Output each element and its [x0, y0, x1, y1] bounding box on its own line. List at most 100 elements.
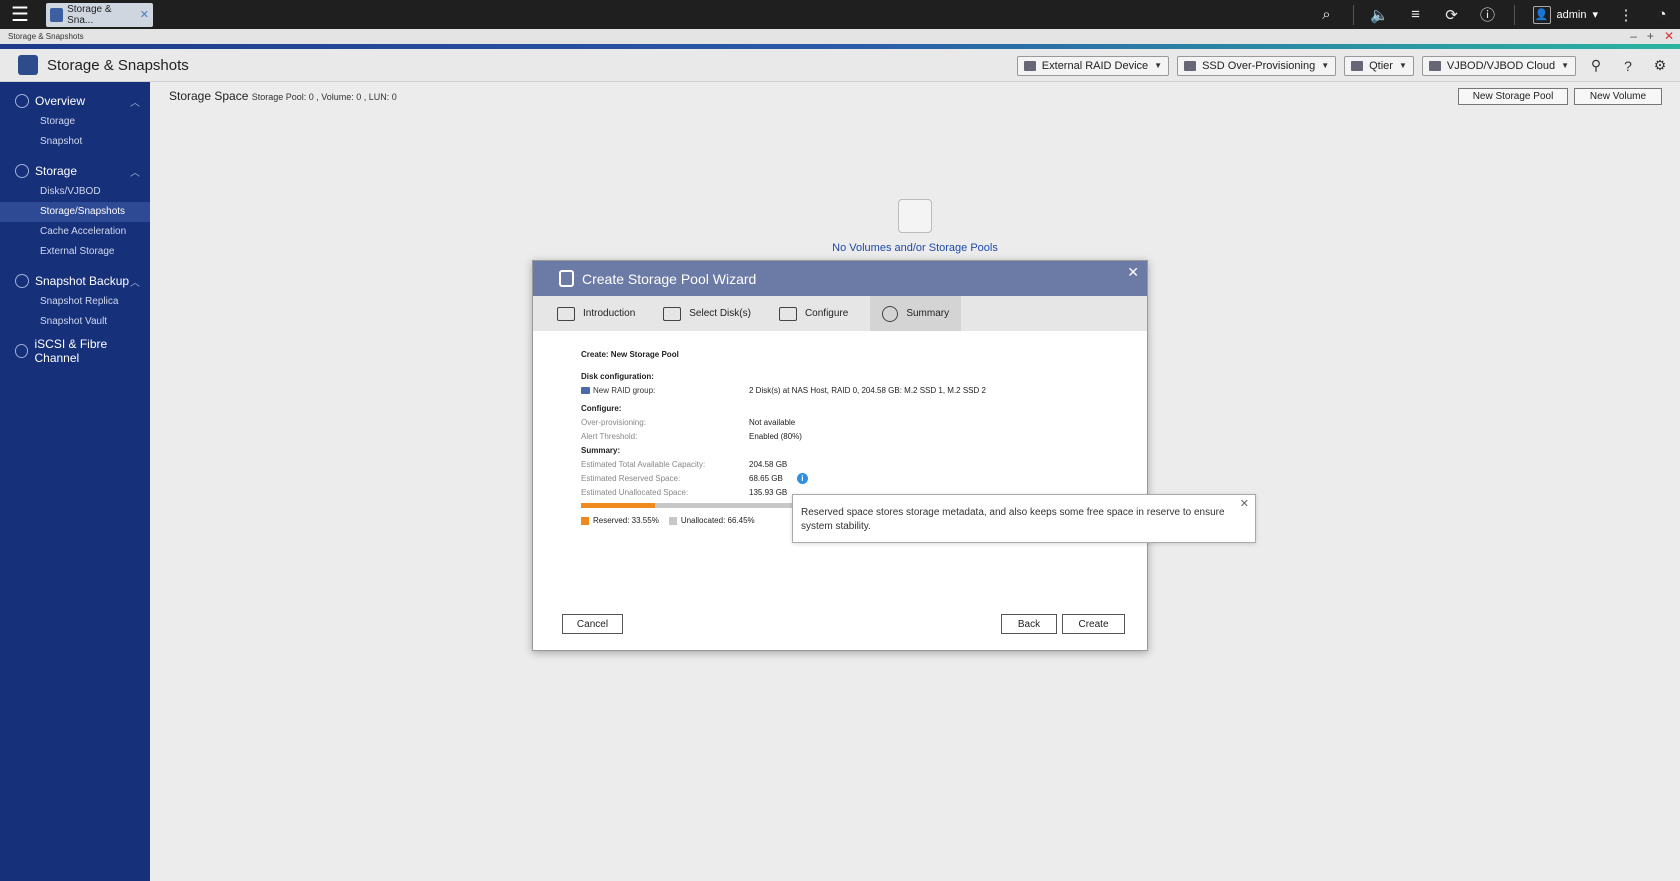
vjbod-cloud-icon [1428, 60, 1441, 71]
legend-reserved: Reserved: 33.55% [581, 516, 659, 525]
external-raid-dropdown[interactable]: External RAID Device ▼ [1016, 55, 1170, 76]
search-icon[interactable]: ⌕ [1309, 0, 1345, 29]
sidebar-group-storage[interactable]: Storage ︿ [0, 160, 150, 182]
sidebar-item-disks[interactable]: Disks/VJBOD [0, 182, 150, 202]
capacity-bar [581, 503, 801, 508]
reserved-info-icon[interactable]: i [796, 472, 808, 484]
step-label: Introduction [583, 308, 636, 319]
system-topbar: ☰ Storage & Sna... ✕ ⌕ 🔈 ≡ ⟳ ⓘ 👤 admin ▾… [0, 0, 1680, 29]
create-title: Create: New Storage Pool [581, 349, 679, 359]
window-controls: – + ✕ [1630, 29, 1674, 44]
total-capacity-row: Estimated Total Available Capacity: 204.… [581, 457, 1147, 471]
alert-value: Enabled (80%) [749, 431, 802, 441]
close-tooltip-icon[interactable]: ✕ [1240, 497, 1249, 511]
more-options-icon[interactable]: ⋮ [1608, 0, 1644, 29]
summary-heading: Summary: [581, 445, 621, 455]
disk-config-heading: Disk configuration: [581, 371, 654, 381]
main-menu-icon[interactable]: ☰ [0, 0, 40, 29]
sidebar-item-snapshot-replica[interactable]: Snapshot Replica [0, 292, 150, 312]
info-icon[interactable]: ⓘ [1470, 0, 1506, 29]
total-value: 204.58 GB [749, 459, 788, 469]
step-label: Summary [906, 308, 950, 319]
overview-icon [15, 94, 29, 108]
raid-device-icon [1023, 60, 1036, 71]
back-button[interactable]: Back [1001, 614, 1057, 634]
storage-db-icon [15, 164, 29, 178]
settings-gear-icon[interactable]: ⚙ [1648, 54, 1672, 78]
step-select-disks: Select Disk(s) [663, 296, 751, 331]
dashboard-icon[interactable]: ◔ [1644, 0, 1680, 29]
chevron-up-icon: ︿ [130, 97, 140, 109]
wizard-header: Create Storage Pool Wizard [533, 261, 1147, 296]
legend-reserved-label: Reserved: 33.55% [593, 516, 659, 525]
chevron-down-icon: ▾ [1592, 9, 1598, 21]
sync-icon[interactable]: ⟳ [1434, 0, 1470, 29]
check-circle-icon [882, 305, 899, 322]
sidebar-item-external-storage[interactable]: External Storage [0, 242, 150, 262]
caret-down-icon: ▼ [1398, 61, 1407, 70]
dropdown-label: SSD Over-Provisioning [1202, 59, 1316, 72]
sidebar-group-snapshot-backup[interactable]: Snapshot Backup ︿ [0, 270, 150, 292]
help-icon[interactable]: ? [1616, 54, 1640, 78]
new-volume-button[interactable]: New Volume [1574, 88, 1662, 105]
raid-group-value: 2 Disk(s) at NAS Host, RAID 0, 204.58 GB… [749, 385, 986, 395]
empty-state-text: No Volumes and/or Storage Pools [832, 242, 998, 254]
storage-pool-icon [559, 270, 574, 287]
close-wizard-icon[interactable]: ✕ [1127, 264, 1139, 281]
qtier-dropdown[interactable]: Qtier ▼ [1344, 55, 1414, 76]
sidebar-item-snapshot[interactable]: Snapshot [0, 132, 150, 152]
close-window-icon[interactable]: ✕ [1664, 29, 1674, 44]
empty-storage-icon [898, 199, 932, 233]
sidebar-item-storage-snapshots[interactable]: Storage/Snapshots [0, 202, 150, 222]
stack-icon[interactable]: ≡ [1398, 0, 1434, 29]
caret-down-icon: ▼ [1321, 61, 1330, 70]
caret-down-icon: ▼ [1561, 61, 1569, 70]
app-header: Storage & Snapshots External RAID Device… [0, 49, 1680, 82]
total-label: Estimated Total Available Capacity: [581, 459, 706, 469]
qtier-icon [1351, 60, 1364, 71]
configure-icon [778, 306, 797, 321]
unalloc-value: 135.93 GB [749, 487, 788, 497]
chevron-up-icon: ︿ [130, 167, 140, 179]
sidebar-group-label: Snapshot Backup [35, 274, 130, 288]
dropdown-label: Qtier [1369, 59, 1393, 72]
close-tab-icon[interactable]: ✕ [140, 8, 149, 21]
reserved-space-row: Estimated Reserved Space: 68.65 GB i [581, 471, 1147, 485]
app-tab-storage[interactable]: Storage & Sna... ✕ [46, 2, 153, 27]
cancel-button[interactable]: Cancel [562, 614, 623, 634]
step-summary: Summary [870, 296, 962, 331]
chevron-up-icon: ︿ [130, 277, 140, 289]
introduction-icon [557, 306, 575, 321]
ssd-icon [1184, 60, 1197, 71]
vjbod-dropdown[interactable]: VJBOD/VJBOD Cloud ▼ [1421, 55, 1576, 76]
step-label: Select Disk(s) [689, 308, 751, 319]
dropdown-label: VJBOD/VJBOD Cloud [1446, 59, 1556, 72]
sidebar-item-snapshot-vault[interactable]: Snapshot Vault [0, 312, 150, 332]
divider [1513, 4, 1515, 25]
sidebar-item-storage[interactable]: Storage [0, 112, 150, 132]
storage-space-title: Storage Space [169, 89, 249, 103]
maximize-icon[interactable]: + [1647, 29, 1654, 44]
iscsi-icon [15, 344, 29, 358]
over-prov-value: Not available [749, 417, 796, 427]
reserved-swatch [581, 516, 589, 525]
create-button[interactable]: Create [1062, 614, 1125, 634]
reserved-space-tooltip: Reserved space stores storage metadata, … [792, 494, 1256, 543]
user-menu[interactable]: 👤 admin ▾ [1523, 5, 1609, 24]
sidebar: Overview ︿ Storage Snapshot Storage ︿ Di… [0, 82, 150, 881]
app-tab-label: Storage & Sna... [67, 3, 112, 26]
over-prov-label: Over-provisioning: [581, 417, 646, 427]
sidebar-item-cache[interactable]: Cache Acceleration [0, 222, 150, 242]
raid-group-label: New RAID group: [593, 385, 656, 395]
over-provisioning-row: Over-provisioning: Not available [581, 415, 1147, 429]
create-storage-pool-wizard: Create Storage Pool Wizard ✕ Introductio… [532, 260, 1148, 651]
sidebar-group-label: Overview [35, 94, 86, 108]
sidebar-group-iscsi[interactable]: iSCSI & Fibre Channel [0, 337, 150, 365]
diagnostics-icon[interactable]: ⚲ [1584, 54, 1608, 78]
ssd-overprovisioning-dropdown[interactable]: SSD Over-Provisioning ▼ [1177, 55, 1337, 76]
minimize-icon[interactable]: – [1630, 29, 1637, 44]
volume-icon[interactable]: 🔈 [1362, 0, 1398, 29]
legend-unallocated: Unallocated: 66.45% [668, 516, 755, 525]
sidebar-group-overview[interactable]: Overview ︿ [0, 90, 150, 112]
new-storage-pool-button[interactable]: New Storage Pool [1458, 88, 1568, 105]
